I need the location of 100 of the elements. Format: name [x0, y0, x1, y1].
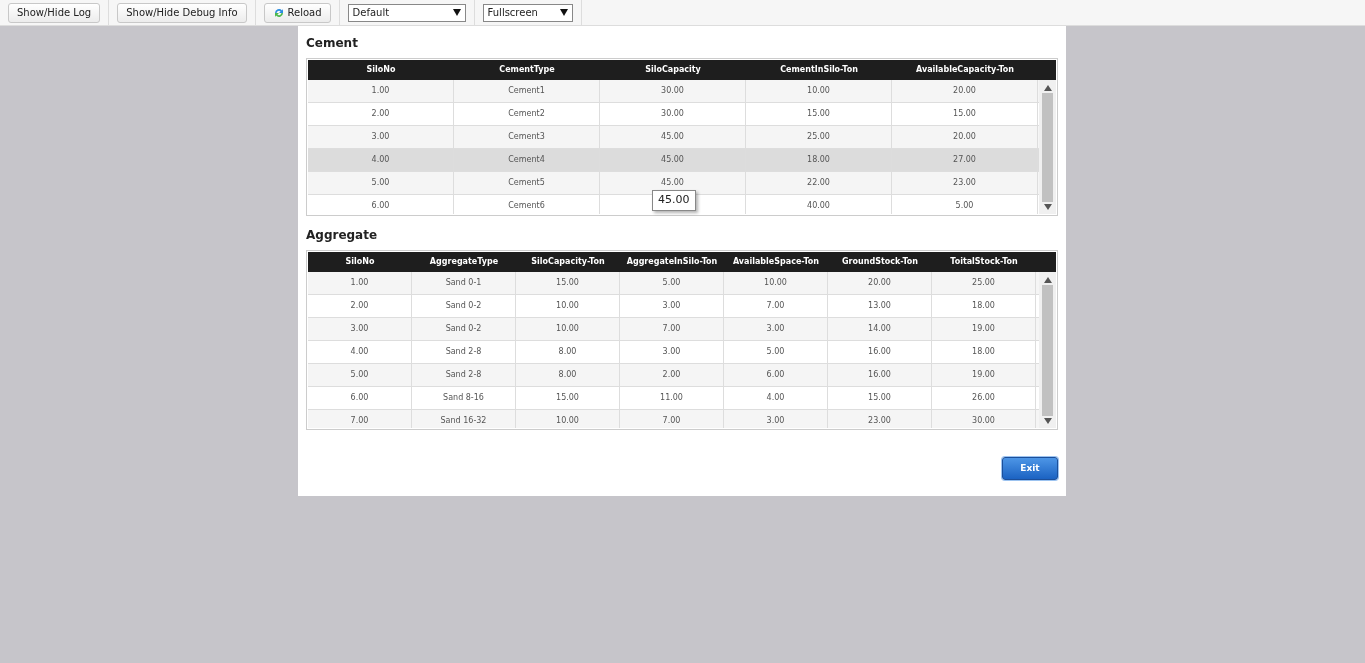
table-cell: 15.00 — [516, 272, 620, 294]
column-header: GroundStock-Ton — [841, 256, 919, 268]
table-cell: 2.00 — [308, 295, 412, 317]
table-cell: 15.00 — [746, 103, 892, 125]
toolbar-button[interactable]: Show/Hide Log — [8, 2, 101, 23]
table-cell: 45.00 — [600, 126, 746, 148]
table-cell: 10.00 — [516, 410, 620, 428]
table-cell: 7.00 — [308, 410, 412, 428]
table-cell: Sand 0-2 — [412, 318, 516, 340]
caret-icon — [452, 9, 461, 16]
table-cell: 5.00 — [892, 195, 1038, 214]
dropdown[interactable]: Default — [347, 3, 466, 22]
table-cell: 40.00 — [746, 195, 892, 214]
section-title: Cement — [306, 35, 359, 52]
table-row[interactable]: 5.00 Sand 2-8 8.00 2.00 6.00 16.00 19.00 — [308, 364, 1039, 387]
table-cell: 23.00 — [828, 410, 932, 428]
table-cell: 20.00 — [892, 126, 1038, 148]
column-header: SiloNo — [365, 64, 397, 76]
column-header: ToitalStock-Ton — [949, 256, 1019, 268]
table-cell: 19.00 — [932, 318, 1036, 340]
scroll-thumb[interactable] — [1042, 93, 1053, 202]
scroll-thumb[interactable] — [1042, 285, 1053, 416]
table-cell: 3.00 — [620, 295, 724, 317]
table-cell: 7.00 — [724, 295, 828, 317]
table-cell: 2.00 — [620, 364, 724, 386]
column-header: AggregateType — [428, 256, 500, 268]
table-cell: 5.00 — [308, 364, 412, 386]
table-cell: Sand 16-32 — [412, 410, 516, 428]
table-cell: 4.00 — [724, 387, 828, 409]
column-header: SiloNo — [344, 256, 376, 268]
table-cell: Cement4 — [454, 149, 600, 171]
table-cell: Sand 2-8 — [412, 364, 516, 386]
table-row[interactable]: 6.00 Sand 8-16 15.00 11.00 4.00 15.00 26.00 — [308, 387, 1039, 410]
table-cell: 4.00 — [308, 341, 412, 363]
column-header: AggregateInSilo-Ton — [625, 256, 719, 268]
table-cell: 11.00 — [620, 387, 724, 409]
table-row[interactable]: 2.00 Cement2 30.00 15.00 15.00 — [308, 103, 1039, 126]
dropdown[interactable]: Fullscreen — [482, 3, 573, 22]
table-cell: 8.00 — [516, 341, 620, 363]
table-cell: 1.00 — [308, 80, 454, 102]
column-header: SiloCapacity-Ton — [530, 256, 606, 268]
section-title: Aggregate — [306, 227, 379, 244]
scroll-up-icon[interactable] — [1043, 85, 1052, 91]
refresh-icon — [272, 6, 285, 19]
table-cell: 30.00 — [600, 80, 746, 102]
table-cell: 25.00 — [746, 126, 892, 148]
scroll-down-icon[interactable] — [1043, 418, 1052, 424]
table-cell: 20.00 — [828, 272, 932, 294]
table-cell: 6.00 — [724, 364, 828, 386]
table-cell: 20.00 — [892, 80, 1038, 102]
table-cell: 13.00 — [828, 295, 932, 317]
column-header: CementType — [498, 64, 556, 76]
table-cell: 16.00 — [828, 364, 932, 386]
table-cell: 3.00 — [308, 126, 454, 148]
scroll-up-icon[interactable] — [1043, 277, 1052, 283]
table-cell: 26.00 — [932, 387, 1036, 409]
table-cell: 10.00 — [724, 272, 828, 294]
table-row[interactable]: 3.00 Cement3 45.00 25.00 20.00 — [308, 126, 1039, 149]
table-row[interactable]: 2.00 Sand 0-2 10.00 3.00 7.00 13.00 18.00 — [308, 295, 1039, 318]
table-row[interactable]: 1.00 Cement1 30.00 10.00 20.00 — [308, 80, 1039, 103]
caret-icon — [559, 9, 568, 16]
toolbar-button[interactable]: Reload — [263, 2, 331, 23]
table-row[interactable]: 1.00 Sand 0-1 15.00 5.00 10.00 20.00 25.00 — [308, 272, 1039, 295]
table-cell: 15.00 — [516, 387, 620, 409]
scrollbar[interactable] — [1039, 80, 1056, 214]
table-cell: 15.00 — [828, 387, 932, 409]
table-cell: 6.00 — [308, 387, 412, 409]
table-row[interactable]: 4.00 Sand 2-8 8.00 3.00 5.00 16.00 18.00 — [308, 341, 1039, 364]
table-cell: 3.00 — [724, 318, 828, 340]
table-cell: 5.00 — [724, 341, 828, 363]
tooltip: 45.00 — [652, 190, 696, 211]
table-row[interactable]: 3.00 Sand 0-2 10.00 7.00 3.00 14.00 19.00 — [308, 318, 1039, 341]
table-cell: 15.00 — [892, 103, 1038, 125]
table-row[interactable]: 4.00 Cement4 45.00 18.00 27.00 — [308, 149, 1039, 172]
table-cell: Cement3 — [454, 126, 600, 148]
table-cell: 5.00 — [620, 272, 724, 294]
table-row[interactable]: 7.00 Sand 16-32 10.00 7.00 3.00 23.00 30.00 — [308, 410, 1039, 428]
table-cell: 14.00 — [828, 318, 932, 340]
table-cell: 7.00 — [620, 318, 724, 340]
table-cell: Cement5 — [454, 172, 600, 194]
table-cell: 18.00 — [932, 295, 1036, 317]
table-cell: 10.00 — [746, 80, 892, 102]
column-header: CementInSilo-Ton — [779, 64, 859, 76]
column-header: AvailableCapacity-Ton — [915, 64, 1015, 76]
table-cell: 27.00 — [892, 149, 1038, 171]
table-cell: 3.00 — [620, 341, 724, 363]
scroll-down-icon[interactable] — [1043, 204, 1052, 210]
table-cell: 23.00 — [892, 172, 1038, 194]
table-cell: Cement6 — [454, 195, 600, 214]
table-cell: Sand 0-2 — [412, 295, 516, 317]
table-row[interactable]: 5.00 Cement5 45.00 22.00 23.00 — [308, 172, 1039, 195]
exit-button[interactable]: Exit — [1002, 457, 1058, 480]
toolbar-button[interactable]: Show/Hide Debug Info — [117, 2, 247, 23]
table-cell: 8.00 — [516, 364, 620, 386]
column-header: SiloCapacity — [644, 64, 702, 76]
table-cell: 18.00 — [746, 149, 892, 171]
table-cell: 18.00 — [932, 341, 1036, 363]
table-cell: 6.00 — [308, 195, 454, 214]
table-cell: Cement2 — [454, 103, 600, 125]
scrollbar[interactable] — [1039, 272, 1056, 428]
